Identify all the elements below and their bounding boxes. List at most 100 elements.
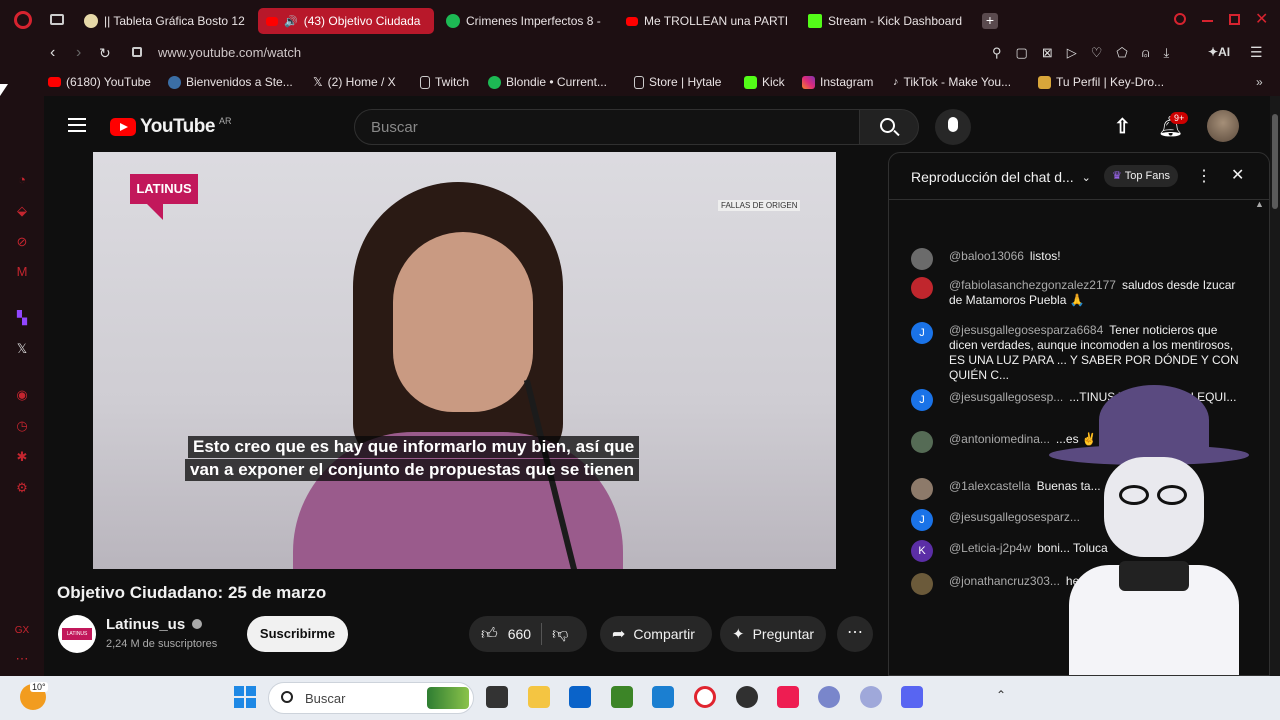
video-player[interactable]: LATINUS FALLAS DE ORIGEN Esto creo que e… [93,152,836,569]
url-field[interactable]: www.youtube.com/watch [158,45,301,60]
youtube-logo[interactable]: YouTube AR [110,116,231,138]
easy-setup-icon[interactable]: ☰ [1250,44,1263,61]
subscribe-button[interactable]: Suscribirme [247,616,348,652]
messenger-icon[interactable]: ⊘ [14,234,30,250]
bookmark-blondie[interactable]: Blondie • Current... [488,75,607,89]
chat-avatar[interactable] [911,573,933,595]
minecraft-icon[interactable] [611,686,633,708]
play-icon[interactable]: ▷ [1067,45,1077,63]
close-window-button[interactable]: ✕ [1255,9,1268,29]
snapshot-icon[interactable]: ▢ [1016,45,1028,63]
bookmark-twitch[interactable]: Twitch [420,75,469,89]
aria-icon[interactable]: ◔ [14,172,30,188]
chat-author[interactable]: @fabiolasanchezgonzalez2177 [949,278,1116,292]
store-icon[interactable] [569,686,591,708]
chat-avatar[interactable] [911,431,933,453]
bookmark-steam[interactable]: Bienvenidos a Ste... [168,75,293,89]
task-view-icon[interactable] [486,686,508,708]
channel-avatar[interactable]: LATINUS [58,615,96,653]
tray-overflow-icon[interactable]: ⌃ [996,688,1006,702]
search-tabs-icon[interactable] [1174,13,1186,25]
settings-gear-icon[interactable]: ⚙ [14,480,30,496]
adblock-icon[interactable]: ⊠ [1042,45,1053,63]
pin-icon[interactable]: ⚲ [992,45,1002,63]
tiktok-studio-icon[interactable] [777,686,799,708]
tab-tableta[interactable]: || Tableta Gráfica Bosto 12 [76,8,248,34]
voice-search-button[interactable] [935,109,971,145]
tab-objetivo-ciudadano[interactable]: 🔊 (43) Objetivo Ciudada [258,8,434,34]
photos-icon[interactable] [652,686,674,708]
download-icon[interactable]: ⤓ [1164,45,1170,63]
page-scrollbar[interactable] [1270,96,1280,676]
back-icon[interactable]: ‹ [50,44,55,62]
chat-avatar[interactable] [911,277,933,299]
avatar[interactable] [1207,110,1239,142]
profile-icon[interactable]: ⍝ [1142,45,1150,63]
minimize-button[interactable] [1202,20,1213,22]
extensions-icon[interactable]: ✱ [14,449,30,465]
chat-author[interactable]: @baloo13066 [949,249,1024,263]
search-input[interactable]: Buscar [354,109,860,145]
heart-icon[interactable]: ♡ [1091,45,1103,63]
bookmark-keydrop[interactable]: Tu Perfil | Key-Dro... [1038,75,1164,89]
maximize-button[interactable] [1229,14,1240,25]
chat-avatar[interactable]: J [911,509,933,531]
history-icon[interactable]: ◷ [14,418,30,434]
bookmark-tiktok[interactable]: ♪ TikTok - Make You... [893,75,1011,89]
discord-icon[interactable] [901,686,923,708]
taskbar-search[interactable]: Buscar [268,682,474,714]
tab-kick-dashboard[interactable]: Stream - Kick Dashboard [800,8,972,34]
new-tab-button[interactable]: + [982,13,998,29]
file-explorer-icon[interactable] [528,686,550,708]
windows-start-icon[interactable] [234,686,256,708]
chat-author[interactable]: @jesusgallegosesparza6684 [949,323,1103,337]
chat-author[interactable]: @1alexcastella [949,479,1031,493]
chat-menu-icon[interactable]: ⋮ [1196,166,1212,186]
chat-scroll-up-icon[interactable]: ▲ [1255,199,1264,209]
bookmark-hytale[interactable]: Store | Hytale [634,75,721,89]
chat-avatar[interactable]: J [911,389,933,411]
chat-header-title[interactable]: Reproducción del chat d... ⌄ [911,169,1091,185]
chat-avatar[interactable] [911,478,933,500]
obs-icon[interactable] [736,686,758,708]
close-chat-icon[interactable]: ✕ [1231,165,1244,185]
x-icon[interactable]: 𝕏 [14,341,30,357]
tab-crimenes[interactable]: Crimenes Imperfectos 8 - [438,8,610,34]
search-button[interactable] [859,109,919,145]
more-icon[interactable]: ⋯ [14,651,30,667]
app-icon[interactable] [860,686,882,708]
tab-trollean[interactable]: Me TROLLEAN una PARTI [618,8,790,34]
like-button[interactable]: 👍︎ 660 [469,625,531,644]
bookmark-x[interactable]: 𝕏 (2) Home / X [313,75,396,89]
player-icon[interactable]: ◉ [14,387,30,403]
extensions-icon[interactable]: ⬠ [1116,45,1127,63]
workspaces-icon[interactable] [50,14,64,25]
upload-icon[interactable]: ⇧ [1114,114,1131,139]
menu-icon[interactable] [68,118,86,132]
share-button[interactable]: ➦ Compartir [600,616,712,652]
twitch-icon[interactable]: ▚ [14,310,30,326]
crypto-wallet-icon[interactable]: ⬙ [14,203,30,219]
gmail-icon[interactable]: M [14,264,30,280]
reload-icon[interactable]: ↻ [99,45,111,62]
gx-corner-icon[interactable]: GX [14,623,30,639]
opera-logo-icon[interactable] [14,11,32,29]
more-actions-button[interactable]: ⋯ [837,616,873,652]
opera-gx-icon[interactable] [694,686,716,708]
forward-icon[interactable]: › [76,44,81,62]
channel-name[interactable]: Latinus_us [106,616,203,633]
chat-avatar[interactable]: J [911,322,933,344]
chat-avatar[interactable] [911,248,933,270]
chat-author[interactable]: @antoniomedina... [949,432,1050,446]
bookmark-kick[interactable]: Kick [744,75,785,89]
chat-author[interactable]: @Leticia-j2p4w [949,541,1031,555]
dislike-button[interactable]: 👎︎ [552,625,568,644]
chat-avatar[interactable]: K [911,540,933,562]
bookmarks-overflow-icon[interactable]: » [1256,75,1263,89]
speaker-icon[interactable]: 🔊 [284,15,298,28]
app-icon[interactable] [818,686,840,708]
top-fans-badge[interactable]: ♛ Top Fans [1104,165,1178,187]
ai-button[interactable]: ✦AI [1208,45,1230,59]
ask-button[interactable]: ✦ Preguntar [720,616,826,652]
bookmark-youtube[interactable]: (6180) YouTube [48,75,151,89]
